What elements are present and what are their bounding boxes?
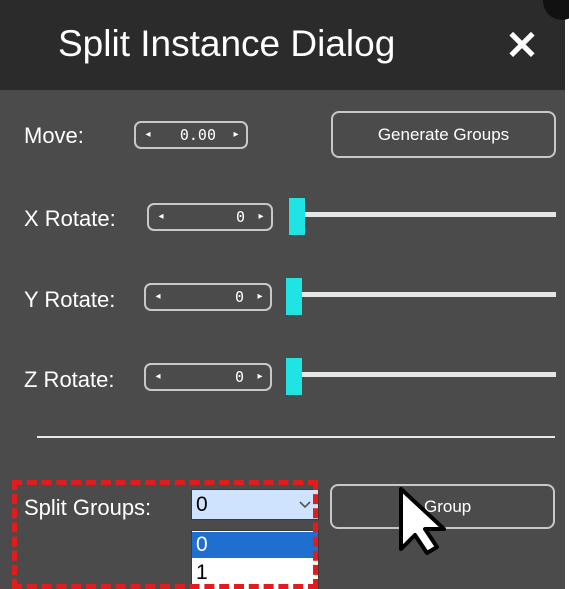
increment-arrow-icon[interactable]: ▸ bbox=[254, 371, 266, 383]
decrement-arrow-icon[interactable]: ◂ bbox=[155, 211, 167, 223]
z-rotate-value: 0 bbox=[234, 368, 244, 386]
increment-arrow-icon[interactable]: ▸ bbox=[254, 291, 266, 303]
y-rotate-label: Y Rotate: bbox=[24, 287, 116, 312]
split-instance-dialog: Split Instance Dialog ✕ Move: ◂ 0.00 ▸ G… bbox=[0, 0, 565, 589]
increment-arrow-icon[interactable]: ▸ bbox=[230, 129, 242, 141]
z-rotate-slider-track[interactable] bbox=[287, 372, 556, 377]
z-rotate-slider-thumb[interactable] bbox=[286, 358, 302, 395]
decrement-arrow-icon[interactable]: ◂ bbox=[152, 371, 164, 383]
split-groups-dropdown-list: 0 1 bbox=[191, 530, 319, 589]
x-rotate-label: X Rotate: bbox=[24, 206, 116, 231]
y-rotate-value: 0 bbox=[234, 288, 244, 306]
x-rotate-spinner[interactable]: ◂ 0 ▸ bbox=[147, 203, 273, 231]
dialog-title: Split Instance Dialog bbox=[58, 23, 396, 64]
z-rotate-label: Z Rotate: bbox=[24, 367, 115, 392]
split-groups-selected-value: 0 bbox=[196, 493, 208, 516]
y-rotate-slider-track[interactable] bbox=[287, 292, 556, 297]
dialog-titlebar: Split Instance Dialog ✕ bbox=[0, 0, 565, 90]
move-spinner[interactable]: ◂ 0.00 ▸ bbox=[134, 121, 248, 149]
split-groups-select[interactable]: 0 bbox=[191, 489, 319, 520]
split-groups-label: Split Groups: bbox=[24, 495, 152, 520]
mouse-cursor-icon bbox=[399, 487, 446, 555]
z-rotate-spinner[interactable]: ◂ 0 ▸ bbox=[144, 363, 272, 391]
dropdown-option[interactable]: 1 bbox=[192, 560, 318, 586]
increment-arrow-icon[interactable]: ▸ bbox=[255, 211, 267, 223]
x-rotate-slider-track[interactable] bbox=[290, 212, 556, 217]
move-value: 0.00 bbox=[179, 126, 216, 144]
section-divider bbox=[37, 436, 555, 438]
close-icon[interactable]: ✕ bbox=[496, 20, 548, 72]
y-rotate-slider-thumb[interactable] bbox=[286, 278, 302, 315]
x-rotate-value: 0 bbox=[235, 208, 245, 226]
y-rotate-spinner[interactable]: ◂ 0 ▸ bbox=[144, 283, 272, 311]
dropdown-option[interactable]: 0 bbox=[192, 532, 318, 558]
chevron-down-icon bbox=[299, 501, 311, 509]
generate-groups-button[interactable]: Generate Groups bbox=[331, 111, 556, 158]
decrement-arrow-icon[interactable]: ◂ bbox=[142, 129, 154, 141]
x-rotate-slider-thumb[interactable] bbox=[289, 198, 305, 235]
decrement-arrow-icon[interactable]: ◂ bbox=[152, 291, 164, 303]
move-label: Move: bbox=[24, 123, 84, 148]
